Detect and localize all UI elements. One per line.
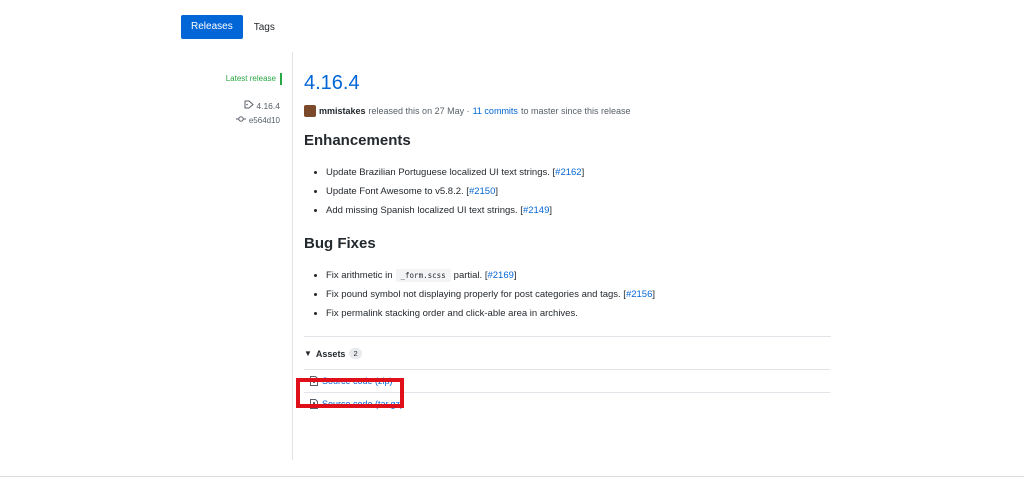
- issue-link[interactable]: #2150: [469, 186, 495, 197]
- release-title[interactable]: 4.16.4: [304, 70, 832, 96]
- issue-link[interactable]: #2162: [555, 167, 581, 178]
- avatar[interactable]: [304, 105, 316, 117]
- release-body: 4.16.4 mmistakes released this on 27 May…: [304, 70, 832, 415]
- tab-releases[interactable]: Releases: [181, 15, 243, 39]
- bug-fixes-heading: Bug Fixes: [304, 235, 376, 252]
- enhancements-list: Update Brazilian Portuguese localized UI…: [304, 163, 832, 220]
- list-item-text: Fix arithmetic in: [326, 270, 393, 281]
- issue-link[interactable]: #2149: [523, 205, 549, 216]
- list-item-text: Update Font Awesome to v5.8.2.: [326, 186, 464, 197]
- enhancements-heading: Enhancements: [304, 132, 411, 149]
- tag-icon: [244, 100, 255, 111]
- release-tabs: Releases Tags: [181, 15, 275, 39]
- page-bottom-rule: [0, 476, 1024, 477]
- assets-toggle[interactable]: ▼ Assets 2: [304, 348, 832, 359]
- list-item-text: Add missing Spanish localized UI text st…: [326, 205, 518, 216]
- release-byline: mmistakes released this on 27 May · 11 c…: [304, 105, 832, 117]
- bug-fixes-list: Fix arithmetic in_form.scsspartial. [#21…: [304, 266, 832, 323]
- released-text: released this on 27 May ·: [368, 106, 470, 116]
- release-commit[interactable]: e564d10: [200, 115, 282, 125]
- assets-count-badge: 2: [349, 348, 362, 359]
- release-tag[interactable]: 4.16.4: [200, 100, 282, 111]
- list-item-text: partial.: [453, 270, 483, 281]
- commit-label: e564d10: [248, 115, 280, 125]
- list-item: Update Brazilian Portuguese localized UI…: [326, 163, 832, 182]
- author-link[interactable]: mmistakes: [319, 106, 366, 116]
- list-item: Fix arithmetic in_form.scsspartial. [#21…: [326, 266, 832, 285]
- latest-release-label: Latest release: [226, 73, 282, 85]
- list-item: Fix permalink stacking order and click-a…: [326, 304, 832, 323]
- issue-link[interactable]: #2169: [487, 270, 513, 281]
- caret-down-icon: ▼: [304, 349, 312, 358]
- tag-label: 4.16.4: [256, 100, 280, 111]
- highlight-box: [296, 378, 404, 408]
- commit-icon: [235, 115, 246, 125]
- list-item-text: Fix permalink stacking order and click-a…: [326, 308, 578, 319]
- list-item: Add missing Spanish localized UI text st…: [326, 201, 832, 220]
- list-item: Fix pound symbol not displaying properly…: [326, 285, 832, 304]
- commits-link[interactable]: 11 commits: [473, 106, 518, 116]
- since-text: to master since this release: [520, 106, 631, 116]
- issue-link[interactable]: #2156: [626, 289, 652, 300]
- list-item: Update Font Awesome to v5.8.2. [#2150]: [326, 182, 832, 201]
- inline-code: _form.scss: [395, 269, 451, 282]
- list-item-text: Fix pound symbol not displaying properly…: [326, 289, 621, 300]
- timeline-divider: [292, 52, 293, 460]
- release-meta: Latest release 4.16.4 e564d10: [200, 68, 282, 125]
- tab-tags[interactable]: Tags: [254, 22, 275, 33]
- list-item-text: Update Brazilian Portuguese localized UI…: [326, 167, 550, 178]
- section-divider: [304, 336, 831, 337]
- assets-heading: Assets: [315, 348, 346, 359]
